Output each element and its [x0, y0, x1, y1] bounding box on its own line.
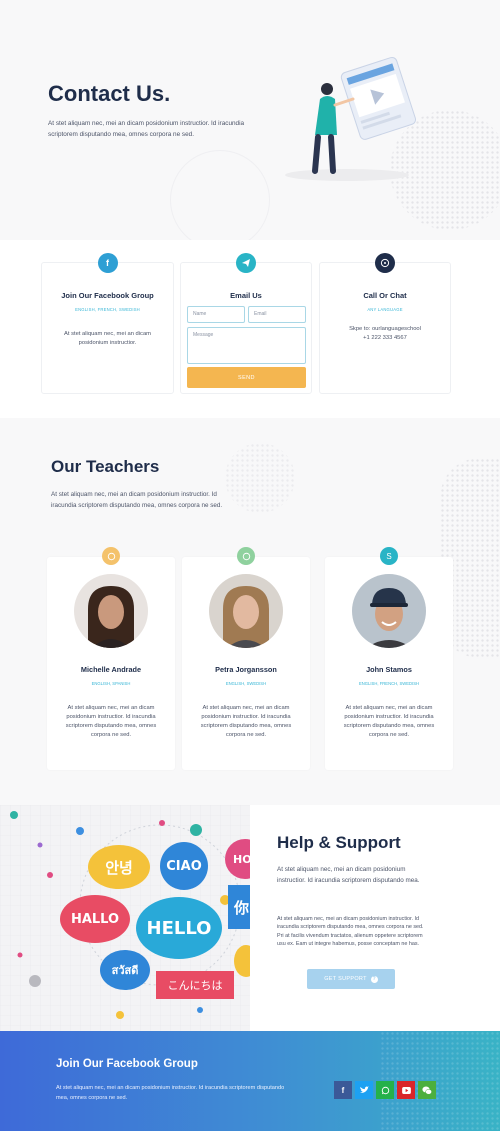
- bubble-konnichiwa: こんにちは: [156, 971, 234, 999]
- teacher-bio: At stet aliquam nec, mei an dicam posido…: [343, 705, 435, 738]
- message-field[interactable]: Message: [187, 327, 306, 364]
- teacher-name: Michelle Andrade: [80, 665, 142, 674]
- help-section: 안녕 CIAO HO HALLO HELLO 你 สวัสดี こんにちは He…: [0, 805, 500, 1031]
- hero-section: Contact Us. At stet aliquam nec, mei an …: [0, 0, 500, 240]
- section-title: Our Teachers: [51, 457, 160, 476]
- facebook-icon[interactable]: f: [334, 1081, 352, 1099]
- hero-text: At stet aliquam nec, mei an dicam posido…: [48, 120, 245, 138]
- teacher-card: Petra Jorgansson ENGLISH, SWEDISH At ste…: [182, 547, 310, 770]
- whatsapp-icon[interactable]: [376, 1081, 394, 1099]
- footer-section: Join Our Facebook Group At stet aliquam …: [0, 1031, 500, 1131]
- language-tag: ENGLISH, FRENCH, SWEDISH: [75, 307, 140, 312]
- email-card: Email Us Name Email Message SEND: [180, 253, 312, 394]
- help-text-secondary: At stet aliquam nec, mei an dicam posido…: [277, 916, 424, 947]
- teacher-bio: At stet aliquam nec, mei an dicam posido…: [65, 705, 157, 738]
- whatsapp-icon[interactable]: [375, 253, 395, 273]
- teacher-photo: [352, 574, 426, 648]
- whatsapp-icon[interactable]: [102, 547, 120, 565]
- teacher-card: Michelle Andrade ENGLISH, SPANISH At ste…: [47, 547, 175, 770]
- question-icon: ?: [370, 975, 378, 983]
- telegram-icon[interactable]: [236, 253, 256, 273]
- bubble-sawasdee: สวัสดี: [100, 950, 150, 990]
- section-title: Help & Support: [277, 833, 401, 852]
- page-title: Contact Us.: [48, 81, 171, 106]
- bubble-ciao: CIAO: [160, 842, 208, 890]
- teacher-photo: [74, 574, 148, 648]
- skype-icon[interactable]: S: [380, 547, 398, 565]
- bubble-hello: HELLO: [136, 897, 222, 959]
- teacher-name: John Stamos: [366, 665, 412, 674]
- card-text: At stet aliquam nec, mei an dicam posido…: [64, 331, 151, 346]
- phone-number[interactable]: +1 222 333 4567: [332, 334, 438, 343]
- twitter-icon[interactable]: [355, 1081, 373, 1099]
- facebook-icon[interactable]: f: [97, 253, 118, 273]
- bubble-hallo: HALLO: [60, 895, 130, 943]
- whatsapp-icon[interactable]: [237, 547, 255, 565]
- footer-title: Join Our Facebook Group: [56, 1058, 198, 1070]
- decorative-ring: [170, 150, 270, 240]
- facebook-card: f Join Our Facebook Group ENGLISH, FRENC…: [41, 253, 174, 394]
- get-support-button[interactable]: GET SUPPORT ?: [307, 969, 395, 989]
- person-phone-illustration: [285, 56, 417, 181]
- teacher-name: Petra Jorgansson: [215, 665, 277, 674]
- get-support-label: GET SUPPORT: [324, 976, 367, 982]
- teacher-photo: [209, 574, 283, 648]
- card-title: Call Or Chat: [363, 291, 407, 300]
- teacher-card: S John Stamos ENGLISH, FRENCH, SWEDISH A…: [325, 547, 453, 770]
- language-tag: ENGLISH, SPANISH: [91, 681, 131, 686]
- skype-contact: Skpe to: ourlanguageschool: [349, 326, 421, 332]
- contact-section: f Join Our Facebook Group ENGLISH, FRENC…: [0, 240, 500, 418]
- teachers-section: Our Teachers At stet aliquam nec, mei an…: [0, 418, 500, 805]
- bubble-annyeong: 안녕: [88, 845, 150, 889]
- bubble-ni: 你: [228, 885, 250, 929]
- language-tag: ENGLISH, FRENCH, SWEDISH: [358, 681, 420, 686]
- email-field[interactable]: Email: [248, 306, 306, 323]
- wechat-icon[interactable]: [418, 1081, 436, 1099]
- teacher-bio: At stet aliquam nec, mei an dicam posido…: [200, 705, 292, 738]
- help-text: At stet aliquam nec, mei an dicam posido…: [277, 866, 420, 884]
- footer-text: At stet aliquam nec, mei an dicam posido…: [56, 1085, 285, 1101]
- language-tag: ANY LANGUAGE: [367, 307, 403, 312]
- card-title: Join Our Facebook Group: [61, 291, 154, 300]
- youtube-icon[interactable]: [397, 1081, 415, 1099]
- language-bubbles-image: 안녕 CIAO HO HALLO HELLO 你 สวัสดี こんにちは: [0, 805, 250, 1031]
- section-text: At stet aliquam nec, mei an dicam posido…: [51, 491, 223, 509]
- name-field[interactable]: Name: [187, 306, 245, 323]
- call-card: Call Or Chat ANY LANGUAGE Skpe to: ourla…: [319, 253, 451, 394]
- send-button[interactable]: SEND: [187, 367, 306, 388]
- card-title: Email Us: [230, 291, 262, 300]
- social-links: f: [334, 1081, 436, 1099]
- language-tag: ENGLISH, SWEDISH: [225, 681, 267, 686]
